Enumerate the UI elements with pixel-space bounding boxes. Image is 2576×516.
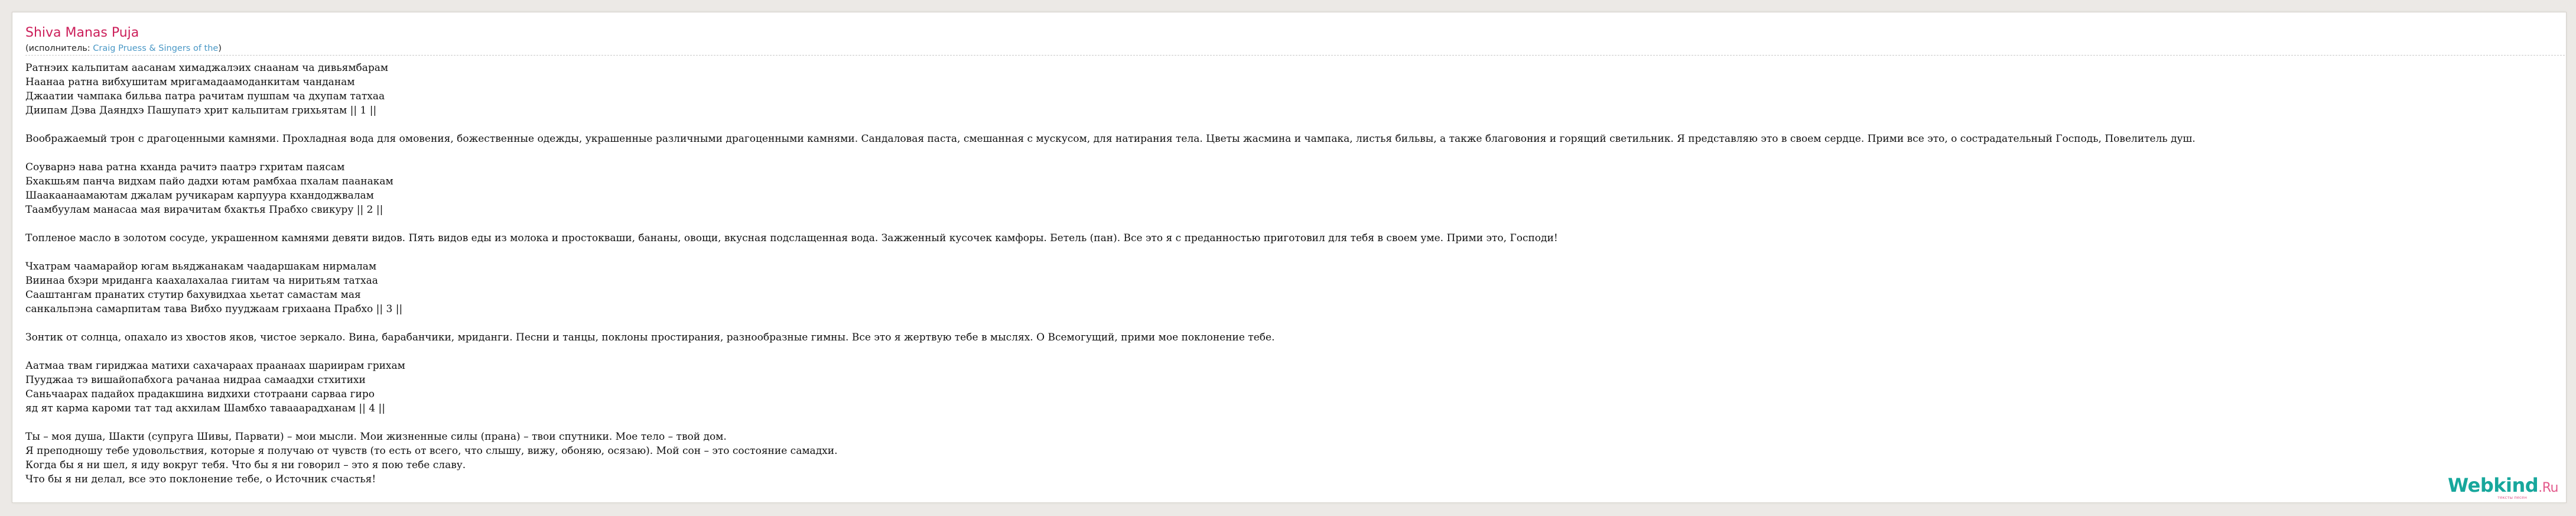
header-divider bbox=[25, 55, 2565, 56]
lyrics-line: Диипам Дэва Даяндхэ Пашупатэ хрит кальпи… bbox=[25, 105, 377, 116]
lyrics-line: Когда бы я ни шел, я иду вокруг тебя. Чт… bbox=[25, 459, 466, 471]
lyrics-line: Таамбуулам манасаа мая вирачитам бхактья… bbox=[25, 204, 383, 216]
stanza-gap bbox=[25, 245, 2565, 259]
stanza-gap bbox=[25, 316, 2565, 330]
lyrics-line: Воображаемый трон с драгоценными камнями… bbox=[25, 133, 2196, 145]
lyrics-line: Бхакшьям панча видхам пайо дадхи ютам ра… bbox=[25, 176, 393, 187]
lyrics-line: Топленое масло в золотом сосуде, украшен… bbox=[25, 232, 1558, 244]
lyrics-line: Наанаа ратна вибхушитам мригамадаамоданк… bbox=[25, 76, 355, 88]
site-logo-name: Webkind bbox=[2448, 474, 2539, 496]
lyrics-line: Соуварнэ нава ратна кханда рачитэ паатрэ… bbox=[25, 161, 345, 173]
stanza-gap bbox=[25, 416, 2565, 430]
performer-suffix: ) bbox=[218, 44, 222, 53]
site-logo-suffix: .Ru bbox=[2538, 481, 2558, 495]
lyrics-line: Я преподношу тебе удовольствия, которые … bbox=[25, 445, 838, 457]
lyrics-line: Саньчаарах падайох прадакшина видхихи ст… bbox=[25, 388, 375, 400]
lyrics-line: Ты – моя душа, Шакти (супруга Шивы, Парв… bbox=[25, 431, 727, 443]
lyrics-line: Чхатрам чаамарайор югам вьяджанакам чаад… bbox=[25, 261, 377, 272]
site-tagline: тексты песен bbox=[2497, 495, 2527, 500]
performer-prefix: (исполнитель: bbox=[25, 44, 93, 53]
lyrics-line: Зонтик от солнца, опахало из хвостов яко… bbox=[25, 332, 1275, 343]
stanza-gap bbox=[25, 217, 2565, 231]
lyrics-line: санкальпэна самарпитам тава Вибхо пууджа… bbox=[25, 303, 403, 315]
lyrics-line: Ратнэих кальпитам аасанам химаджалэих сн… bbox=[25, 62, 389, 74]
lyrics-line: Сааштангам пранатих стутир бахувидхаа хь… bbox=[25, 289, 361, 301]
stanza-gap bbox=[25, 146, 2565, 160]
lyrics-page: Shiva Manas Puja (исполнитель: Craig Pru… bbox=[12, 12, 2567, 503]
stanza-gap bbox=[25, 118, 2565, 132]
lyrics-line: Джаатии чампака бильва патра рачитам пуш… bbox=[25, 90, 385, 102]
performer-link[interactable]: Craig Pruess & Singers of the bbox=[93, 44, 218, 53]
lyrics-line: яд ят карма кароми тат тад акхилам Шамбх… bbox=[25, 403, 385, 414]
stanza-gap bbox=[25, 345, 2565, 359]
performer-line: (исполнитель: Craig Pruess & Singers of … bbox=[25, 43, 222, 54]
lyrics-line: Аатмаа твам гириджаа матихи сахачараах п… bbox=[25, 360, 405, 372]
lyrics-line: Что бы я ни делал, все это поклонение те… bbox=[25, 473, 376, 485]
lyrics-line: Виинаа бхэри мриданга каахалахалаа гиита… bbox=[25, 275, 378, 287]
lyrics-line: Пууджаа тэ вишайопабхога рачанаа нидраа … bbox=[25, 374, 366, 386]
lyrics-line: Шаакаанаамаютам джалам ручикарам карпуур… bbox=[25, 190, 374, 202]
lyrics-text: Ратнэих кальпитам аасанам химаджалэих сн… bbox=[25, 61, 2565, 486]
song-title: Shiva Manas Puja bbox=[25, 25, 139, 40]
